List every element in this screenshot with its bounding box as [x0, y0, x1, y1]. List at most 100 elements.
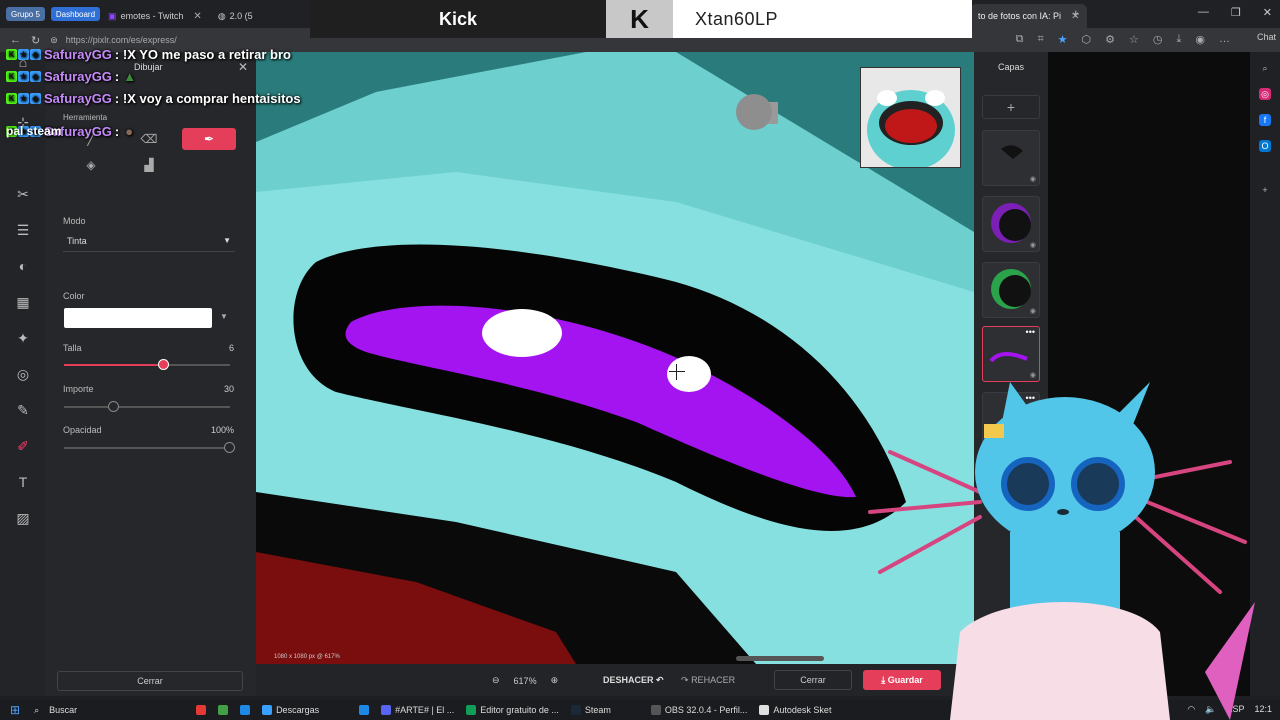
- browser-toolbar-icons: ⧉ ⌗ ★ ⬡ ⚙ ☆ ◷ ⤓ ◉ …: [1016, 33, 1230, 46]
- brush-icon[interactable]: ✐: [13, 436, 33, 456]
- visibility-icon[interactable]: ◉: [1030, 175, 1036, 183]
- chevron-down-icon[interactable]: ▼: [220, 312, 228, 321]
- add-layer-button[interactable]: +: [982, 95, 1040, 119]
- taskbar-app-label: Descargas: [276, 705, 320, 715]
- taskbar-app-discord[interactable]: #ARTE# | El ...: [381, 705, 454, 715]
- kick-label: Kick: [438, 8, 478, 29]
- tab-group-dashboard[interactable]: Dashboard: [50, 7, 101, 21]
- tab-pixlr[interactable]: to de fotos con IA: Pi ✕: [970, 4, 1088, 28]
- gear-icon[interactable]: ⚙: [1105, 33, 1115, 46]
- grid-icon[interactable]: ▦: [13, 292, 33, 312]
- panel-close-button[interactable]: Cerrar: [57, 671, 243, 691]
- sub-badge-icon: ★: [18, 49, 29, 60]
- profile-icon[interactable]: ◉: [1195, 33, 1205, 46]
- taskbar-app[interactable]: [359, 705, 370, 715]
- search-icon: ⌕: [34, 704, 40, 715]
- screenshot-icon[interactable]: ⧉: [1016, 33, 1024, 46]
- opacity-slider-knob[interactable]: [224, 442, 235, 453]
- size-slider[interactable]: [64, 359, 230, 370]
- taskbar-app-steam[interactable]: Steam: [570, 705, 611, 715]
- tab-group-chip[interactable]: Grupo 5: [6, 7, 45, 21]
- minimize-icon[interactable]: —: [1198, 6, 1209, 19]
- visibility-icon[interactable]: ◉: [1030, 241, 1036, 249]
- bucket-icon: ◈: [86, 158, 96, 172]
- mode-select[interactable]: Tinta ▼: [63, 232, 235, 252]
- layer-item[interactable]: ◉: [982, 130, 1040, 186]
- save-button[interactable]: ⤓ Guardar: [863, 670, 941, 690]
- copilot-chat-button[interactable]: Chat: [1257, 32, 1276, 42]
- importe-slider-knob[interactable]: [107, 401, 119, 412]
- maximize-icon[interactable]: ❐: [1231, 6, 1241, 19]
- heal-icon[interactable]: ✎: [13, 400, 33, 420]
- navigator-thumbnail[interactable]: [860, 67, 961, 168]
- stamp-button[interactable]: ▟: [122, 154, 176, 176]
- outlook-icon[interactable]: O: [1259, 140, 1271, 152]
- close-icon[interactable]: ✕: [193, 11, 201, 22]
- add-icon[interactable]: +: [1259, 184, 1271, 196]
- importe-slider[interactable]: [64, 401, 230, 412]
- more-icon[interactable]: …: [1219, 33, 1230, 46]
- mode-value: Tinta: [67, 236, 87, 246]
- language-indicator[interactable]: ESP: [1226, 704, 1244, 715]
- taskbar-app[interactable]: [196, 705, 207, 715]
- reload-icon[interactable]: ↻: [31, 34, 40, 47]
- close-window-icon[interactable]: ✕: [1263, 6, 1272, 19]
- opacity-slider[interactable]: [64, 442, 235, 453]
- extensions-icon[interactable]: ⬡: [1082, 33, 1092, 46]
- visibility-icon[interactable]: ◉: [1030, 371, 1036, 379]
- history-icon[interactable]: ◷: [1153, 33, 1163, 46]
- more-options-icon[interactable]: •••: [1026, 393, 1035, 403]
- windows-start-icon[interactable]: ⊞: [10, 703, 20, 717]
- clock[interactable]: 12:1: [1254, 704, 1272, 715]
- cut-icon[interactable]: ✂: [13, 184, 33, 204]
- translate-icon[interactable]: ⌗: [1037, 33, 1043, 46]
- text-icon[interactable]: T: [13, 472, 33, 492]
- zoom-value[interactable]: 617%: [514, 676, 537, 686]
- redo-label: REHACER: [691, 675, 736, 685]
- bookmark-star-icon[interactable]: ★: [1058, 33, 1068, 46]
- more-options-icon[interactable]: •••: [1026, 327, 1035, 337]
- site-info-icon[interactable]: ⊜: [50, 35, 58, 46]
- close-button[interactable]: Cerrar: [774, 670, 852, 690]
- search-icon[interactable]: ⌕: [1259, 62, 1271, 74]
- pattern-icon[interactable]: ▨: [13, 508, 33, 528]
- favorites-icon[interactable]: ☆: [1129, 33, 1139, 46]
- taskbar-app[interactable]: [240, 705, 251, 715]
- facebook-icon[interactable]: f: [1259, 114, 1271, 126]
- color-label: Color: [63, 291, 85, 301]
- taskbar-app-obs[interactable]: OBS 32.0.4 - Perfil...: [650, 705, 747, 715]
- downloads-icon[interactable]: ⤓: [1177, 33, 1182, 46]
- taskbar-app-downloads[interactable]: Descargas: [262, 705, 319, 715]
- visibility-icon[interactable]: ◉: [1030, 307, 1036, 315]
- chat-continuation: pal steam: [6, 124, 62, 138]
- size-slider-knob[interactable]: [157, 359, 169, 370]
- layer-item[interactable]: ◉: [982, 262, 1040, 318]
- undo-button[interactable]: DESHACER ↶: [603, 675, 664, 686]
- filter-icon[interactable]: ◐: [13, 256, 33, 276]
- sparkle-icon[interactable]: ✦: [13, 328, 33, 348]
- back-icon[interactable]: ←: [10, 34, 21, 46]
- taskbar-app[interactable]: [218, 705, 229, 715]
- tab-obs[interactable]: ◍ 2.0 (5: [210, 4, 261, 28]
- tab-twitch[interactable]: ▣ emotes - Twitch ✕: [100, 4, 210, 28]
- zoom-in-icon[interactable]: ⊕: [551, 675, 559, 686]
- url-field[interactable]: https://pixlr.com/es/express/: [66, 35, 177, 45]
- wifi-icon[interactable]: ◠: [1187, 704, 1195, 715]
- taskbar-app-sketchbook[interactable]: Autodesk Sket: [759, 705, 831, 715]
- new-tab-icon[interactable]: +: [1072, 6, 1080, 21]
- redo-button[interactable]: ↷ REHACER: [681, 675, 735, 686]
- taskbar-app-editor[interactable]: Editor gratuito de ...: [466, 705, 559, 715]
- color-swatch[interactable]: [64, 308, 212, 328]
- size-slider-fill: [64, 364, 164, 366]
- layer-item[interactable]: ◉: [982, 196, 1040, 252]
- adjust-icon[interactable]: ☰: [13, 220, 33, 240]
- fill-button[interactable]: ◈: [64, 154, 118, 176]
- layer-item-selected[interactable]: ••• ◉: [982, 326, 1040, 382]
- instagram-icon[interactable]: ◎: [1259, 88, 1271, 100]
- liquify-icon[interactable]: ◎: [13, 364, 33, 384]
- horizontal-scrollbar[interactable]: [736, 656, 824, 661]
- zoom-out-icon[interactable]: ⊖: [492, 675, 500, 686]
- layer-item[interactable]: •••: [982, 392, 1040, 448]
- taskbar-search[interactable]: ⌕ Buscar: [34, 705, 184, 716]
- volume-icon[interactable]: 🔈: [1205, 704, 1216, 715]
